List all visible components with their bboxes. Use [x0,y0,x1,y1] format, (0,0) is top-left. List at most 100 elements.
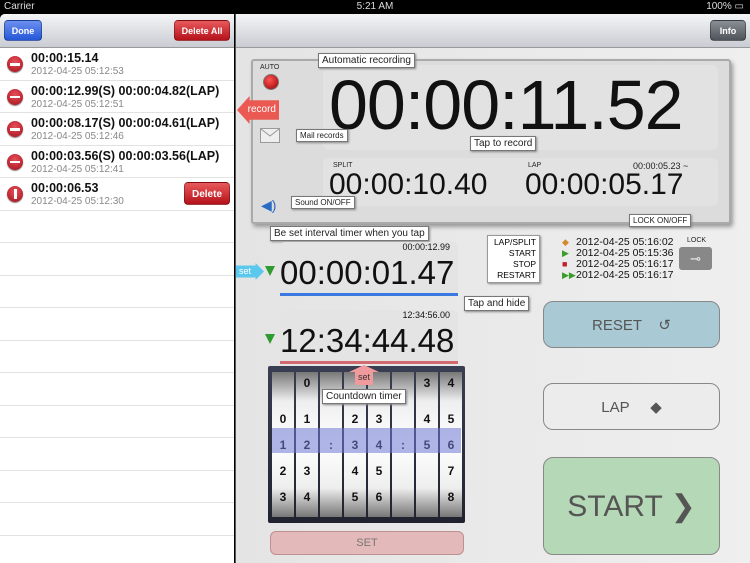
interval-timer[interactable]: 00:00:12.99 00:00:01.47 [280,242,458,296]
status-bar: Carrier 5:21 AM 100% ▭ [0,0,750,14]
callout-interval: Be set interval timer when you tap [270,226,429,241]
log-icon: ▶▶ [562,270,576,280]
callout-tap-hide: Tap and hide [464,296,530,311]
auto-label: AUTO [260,64,280,71]
list-item[interactable]: 00:00:12.99(S) 00:00:04.82(LAP) 2012-04-… [0,81,234,113]
delete-toggle-icon[interactable] [7,56,23,72]
start-button[interactable]: START ❯ [543,457,720,555]
stopwatch-panel: Info AUTO ◀) 00:00:11.52 SPLIT 00:00:10.… [235,14,750,563]
records-navbar: Done Delete All [0,14,234,48]
picker-digit: 4 [303,490,311,504]
interval-set-time: 00:00:12.99 [402,242,450,252]
auto-record-toggle[interactable] [263,74,279,90]
picker-digit: 4 [351,464,359,478]
callout-sound: Sound ON/OFF [291,196,355,209]
list-item[interactable]: 00:00:06.53 2012-04-25 05:12:30 Delete [0,178,234,211]
list-item [0,373,234,406]
log-label: RESTART [497,270,536,280]
set-button[interactable]: SET [270,531,464,555]
lock-button[interactable]: ⊸ [679,247,712,270]
list-item [0,341,234,373]
callout-auto-recording: Automatic recording [318,53,415,68]
picker-digit: 1 [303,412,311,426]
list-item [0,406,234,438]
picker-digit: 3 [279,490,287,504]
mail-icon[interactable] [260,128,280,143]
callout-tap-record: Tap to record [470,136,537,151]
record-date: 2012-04-25 05:12:41 [31,163,124,175]
record-date: 2012-04-25 05:12:51 [31,98,124,110]
log-label: START [508,248,536,258]
interval-arrow-icon[interactable] [265,266,275,276]
delete-toggle-icon[interactable] [7,121,23,137]
split-lap-box[interactable]: SPLIT 00:00:10.40 LAP 00:00:05.23 ~ 00:0… [323,158,718,206]
callout-countdown: Countdown timer [322,389,406,404]
picker-digit: 4 [423,412,431,426]
records-panel: Done Delete All 00:00:15.14 2012-04-25 0… [0,14,234,563]
callout-mail: Mail records [296,129,348,142]
info-button[interactable]: Info [710,20,746,41]
log-entry: ▶▶2012-04-25 05:16:17 [562,269,674,281]
battery-label: 100% ▭ [706,1,744,12]
list-item [0,276,234,308]
record-time: 00:00:06.53 [31,181,99,195]
picker-digit: 2 [279,464,287,478]
record-date: 2012-04-25 05:12:30 [31,196,124,207]
log-label: LAP/SPLIT [493,237,536,247]
delete-button[interactable]: Delete [184,182,230,205]
record-time: 00:00:15.14 [31,51,99,65]
list-item[interactable]: 00:00:15.14 2012-04-25 05:12:53 [0,48,234,81]
list-item [0,471,234,503]
record-time: 00:00:12.99(S) 00:00:04.82(LAP) [31,83,220,98]
list-item[interactable]: 00:00:03.56(S) 00:00:03.56(LAP) 2012-04-… [0,146,234,178]
picker-digit: 3 [375,412,383,426]
delete-toggle-icon[interactable] [7,186,23,202]
delete-toggle-icon[interactable] [7,88,23,105]
countdown-time: 12:34:44.48 [280,322,455,359]
lock-label: LOCK [687,237,707,244]
record-time: 00:00:03.56(S) 00:00:03.56(LAP) [31,148,220,163]
stopwatch-navbar: Info [236,14,750,48]
picker-selection [272,428,461,453]
list-item [0,211,234,243]
countdown-timer[interactable]: 12:34:56.00 12:34:44.48 [280,310,458,364]
picker-digit: 3 [423,376,431,390]
countdown-set-time: 12:34:56.00 [402,310,450,320]
picker-digit: 2 [351,412,359,426]
picker-digit: 6 [375,490,383,504]
list-item[interactable]: 00:00:08.17(S) 00:00:04.61(LAP) 2012-04-… [0,113,234,146]
log-label: STOP [513,259,536,269]
delete-toggle-icon[interactable] [7,153,23,170]
list-item [0,308,234,341]
picker-digit: 5 [447,412,455,426]
callout-lock: LOCK ON/OFF [629,214,692,227]
list-item [0,438,234,471]
picker-digit: 3 [303,464,311,478]
done-button[interactable]: Done [4,20,42,41]
record-date: 2012-04-25 05:12:46 [31,131,124,142]
list-item [0,243,234,276]
picker-digit: 5 [351,490,359,504]
lap-time: 00:00:05.17 [525,168,684,201]
sound-icon[interactable]: ◀) [261,197,276,214]
log-icon: ■ [562,259,568,269]
picker-digit: 0 [303,376,311,390]
picker-digit: 0 [279,412,287,426]
records-list: 00:00:15.14 2012-04-25 05:12:53 00:00:12… [0,48,234,563]
lap-button[interactable]: LAP ◆ [543,383,720,430]
picker-digit: 5 [375,464,383,478]
list-item [0,536,234,563]
clock: 5:21 AM [356,1,394,12]
log-labels: LAP/SPLIT START STOP RESTART [487,235,540,283]
record-date: 2012-04-25 05:12:53 [31,66,124,77]
set-arrow: set [236,263,264,280]
picker-digit: 7 [447,464,455,478]
countdown-arrow-icon[interactable] [265,334,275,344]
record-time: 00:00:08.17(S) 00:00:04.61(LAP) [31,116,220,130]
main-time: 00:00:11.52 [329,66,684,144]
delete-all-button[interactable]: Delete All [174,20,230,41]
picker-digit: 8 [447,490,455,504]
interval-time: 00:00:01.47 [280,254,455,291]
picker-digit: 4 [447,376,455,390]
reset-button[interactable]: RESET ↺ [543,301,720,348]
